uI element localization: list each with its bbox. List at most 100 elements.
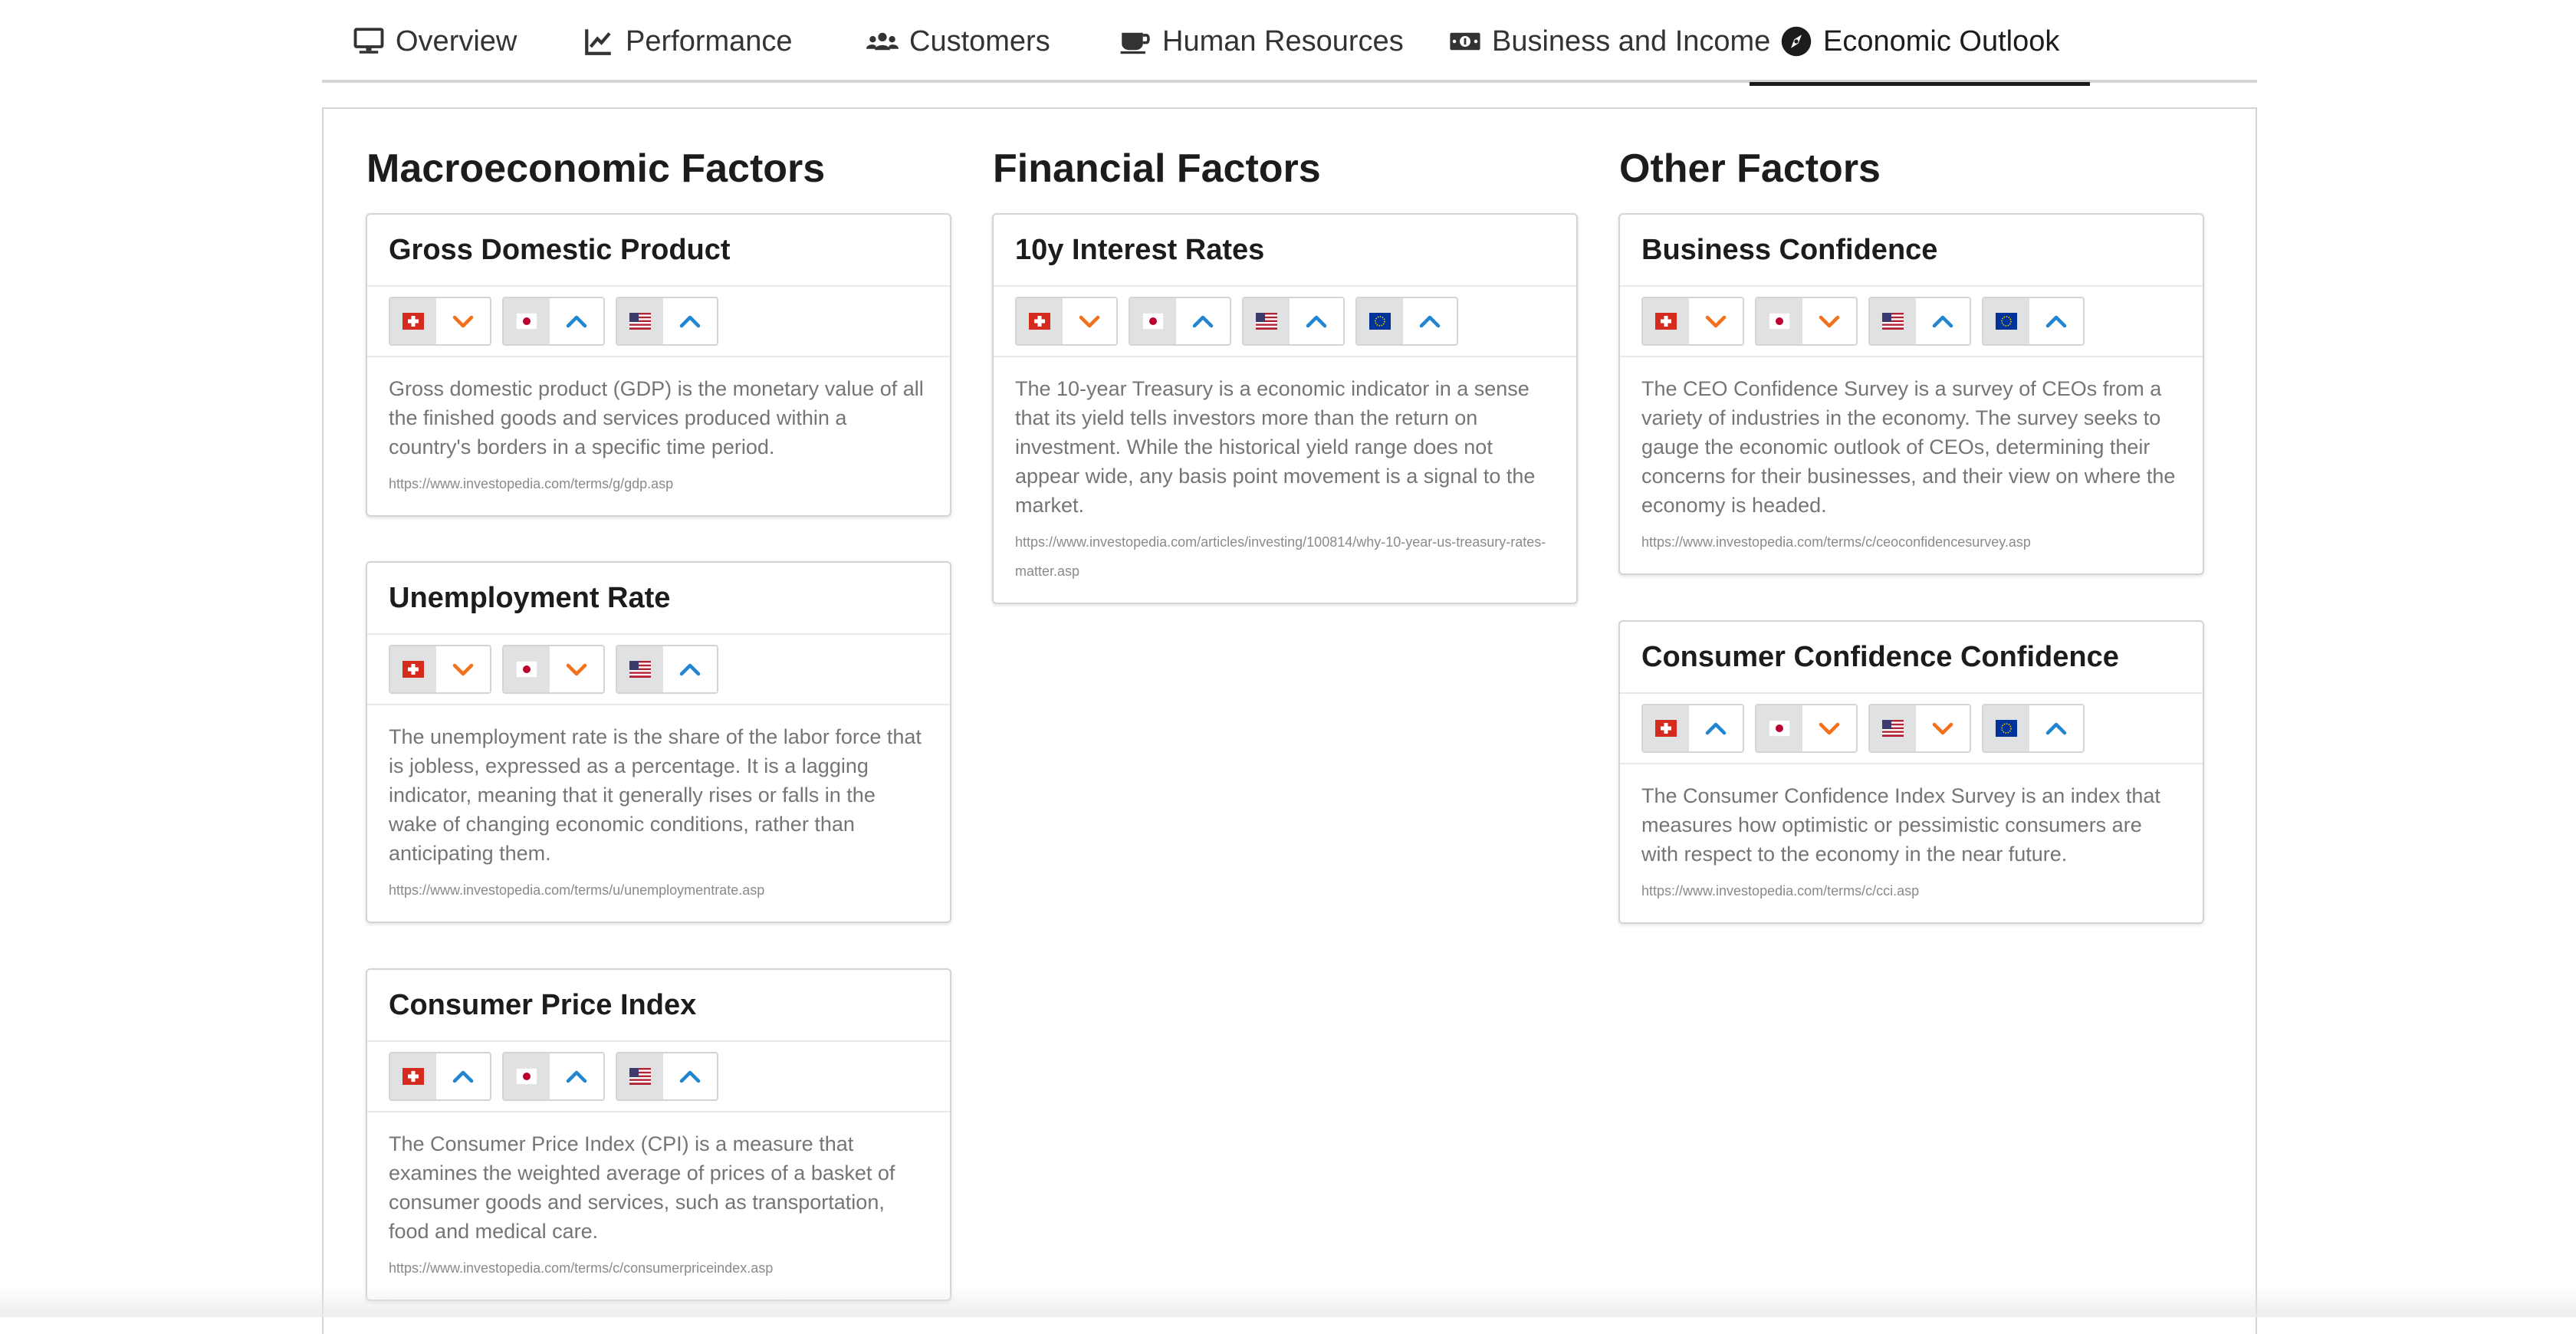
switzerland-flag-icon bbox=[1643, 298, 1689, 344]
eu-flag-icon bbox=[1983, 298, 2029, 344]
chevron-up-icon bbox=[1403, 298, 1457, 344]
card-gross-domestic-product: Gross Domestic Product Gross domestic pro… bbox=[366, 213, 951, 517]
indicator-usa[interactable] bbox=[1242, 297, 1345, 346]
indicator-usa[interactable] bbox=[616, 645, 718, 694]
indicator-usa[interactable] bbox=[616, 1052, 718, 1101]
indicator-row bbox=[1620, 287, 2203, 357]
indicator-switzerland[interactable] bbox=[389, 645, 491, 694]
indicator-usa[interactable] bbox=[1868, 297, 1971, 346]
chevron-up-icon bbox=[663, 1053, 717, 1099]
indicator-japan[interactable] bbox=[1129, 297, 1231, 346]
card-title: Business Confidence bbox=[1641, 233, 1938, 266]
indicator-eu[interactable] bbox=[1355, 297, 1458, 346]
card-description: The Consumer Confidence Index Survey is … bbox=[1641, 784, 2160, 866]
indicator-switzerland[interactable] bbox=[1641, 704, 1744, 753]
card-body: The unemployment rate is the share of th… bbox=[367, 705, 950, 922]
card-title: Unemployment Rate bbox=[389, 581, 671, 614]
card-description: The CEO Confidence Survey is a survey of… bbox=[1641, 377, 2176, 517]
tab-label: Human Resources bbox=[1162, 25, 1404, 58]
indicator-switzerland[interactable] bbox=[389, 297, 491, 346]
chevron-down-icon bbox=[550, 646, 603, 692]
japan-flag-icon bbox=[504, 646, 550, 692]
switzerland-flag-icon bbox=[390, 298, 436, 344]
tab-label: Economic Outlook bbox=[1823, 25, 2060, 58]
tab-customers[interactable]: Customers bbox=[836, 0, 1081, 83]
source-link[interactable]: https://www.investopedia.com/terms/c/con… bbox=[389, 1254, 928, 1283]
card-description: The unemployment rate is the share of th… bbox=[389, 725, 922, 865]
source-link[interactable]: https://www.investopedia.com/terms/g/gdp… bbox=[389, 469, 928, 498]
compass-icon bbox=[1780, 25, 1812, 58]
indicator-japan[interactable] bbox=[1755, 704, 1858, 753]
tab-label: Overview bbox=[396, 25, 518, 58]
card-title: 10y Interest Rates bbox=[1015, 233, 1265, 266]
source-link[interactable]: https://www.investopedia.com/articles/in… bbox=[1015, 527, 1555, 586]
column-title-financial: Financial Factors bbox=[993, 146, 1321, 191]
chevron-up-icon bbox=[663, 646, 717, 692]
card-description: The 10-year Treasury is a economic indic… bbox=[1015, 377, 1536, 517]
japan-flag-icon bbox=[504, 298, 550, 344]
tab-performance[interactable]: Performance bbox=[552, 0, 823, 83]
line-chart-icon bbox=[583, 25, 615, 58]
coffee-icon bbox=[1119, 25, 1152, 58]
source-link[interactable]: https://www.investopedia.com/terms/c/cci… bbox=[1641, 876, 2181, 905]
card-header: Consumer Price Index bbox=[367, 970, 950, 1042]
users-icon bbox=[866, 25, 899, 58]
card-body: Gross domestic product (GDP) is the mone… bbox=[367, 357, 950, 515]
chevron-down-icon bbox=[436, 298, 490, 344]
japan-flag-icon bbox=[1756, 705, 1802, 751]
tab-business-and-income[interactable]: Business and Income bbox=[1418, 0, 1801, 83]
tab-human-resources[interactable]: Human Resources bbox=[1089, 0, 1434, 83]
switzerland-flag-icon bbox=[390, 646, 436, 692]
indicator-row bbox=[367, 287, 950, 357]
chevron-up-icon bbox=[1916, 298, 1970, 344]
source-link[interactable]: https://www.investopedia.com/terms/u/une… bbox=[389, 876, 928, 905]
indicator-japan[interactable] bbox=[502, 645, 605, 694]
card-title: Consumer Confidence Confidence bbox=[1641, 640, 2119, 673]
chevron-up-icon bbox=[2029, 705, 2083, 751]
card-description: Gross domestic product (GDP) is the mone… bbox=[389, 377, 924, 458]
indicator-row bbox=[1620, 694, 2203, 764]
indicator-usa[interactable] bbox=[1868, 704, 1971, 753]
switzerland-flag-icon bbox=[1643, 705, 1689, 751]
chevron-down-icon bbox=[1802, 705, 1856, 751]
chevron-down-icon bbox=[1689, 298, 1743, 344]
chevron-up-icon bbox=[1176, 298, 1230, 344]
tab-label: Customers bbox=[909, 25, 1050, 58]
column-title-other: Other Factors bbox=[1619, 146, 1881, 191]
japan-flag-icon bbox=[1130, 298, 1176, 344]
chevron-up-icon bbox=[2029, 298, 2083, 344]
indicator-japan[interactable] bbox=[502, 297, 605, 346]
indicator-usa[interactable] bbox=[616, 297, 718, 346]
indicator-switzerland[interactable] bbox=[1015, 297, 1118, 346]
card-header: 10y Interest Rates bbox=[994, 215, 1576, 287]
indicator-eu[interactable] bbox=[1982, 704, 2085, 753]
chevron-down-icon bbox=[436, 646, 490, 692]
card-body: The 10-year Treasury is a economic indic… bbox=[994, 357, 1576, 603]
chevron-up-icon bbox=[663, 298, 717, 344]
indicator-switzerland[interactable] bbox=[389, 1052, 491, 1101]
indicator-row bbox=[367, 1042, 950, 1112]
indicator-row bbox=[994, 287, 1576, 357]
card-header: Unemployment Rate bbox=[367, 563, 950, 635]
indicator-switzerland[interactable] bbox=[1641, 297, 1744, 346]
tab-menu: Overview Performance Customers Human Res… bbox=[322, 0, 2257, 86]
tab-economic-outlook[interactable]: Economic Outlook bbox=[1750, 0, 2091, 86]
card-description: The Consumer Price Index (CPI) is a meas… bbox=[389, 1132, 895, 1243]
usa-flag-icon bbox=[617, 1053, 663, 1099]
chevron-up-icon bbox=[1290, 298, 1343, 344]
usa-flag-icon bbox=[1870, 298, 1916, 344]
chevron-up-icon bbox=[550, 1053, 603, 1099]
tab-overview[interactable]: Overview bbox=[322, 0, 547, 83]
japan-flag-icon bbox=[504, 1053, 550, 1099]
chevron-up-icon bbox=[1689, 705, 1743, 751]
tab-label: Performance bbox=[626, 25, 793, 58]
indicator-japan[interactable] bbox=[502, 1052, 605, 1101]
indicator-eu[interactable] bbox=[1982, 297, 2085, 346]
card-title: Gross Domestic Product bbox=[389, 233, 731, 266]
indicator-japan[interactable] bbox=[1755, 297, 1858, 346]
chevron-down-icon bbox=[1916, 705, 1970, 751]
card-consumer-confidence: Consumer Confidence Confidence The Consum… bbox=[1618, 620, 2204, 924]
usa-flag-icon bbox=[617, 646, 663, 692]
card-body: The CEO Confidence Survey is a survey of… bbox=[1620, 357, 2203, 573]
source-link[interactable]: https://www.investopedia.com/terms/c/ceo… bbox=[1641, 527, 2181, 557]
